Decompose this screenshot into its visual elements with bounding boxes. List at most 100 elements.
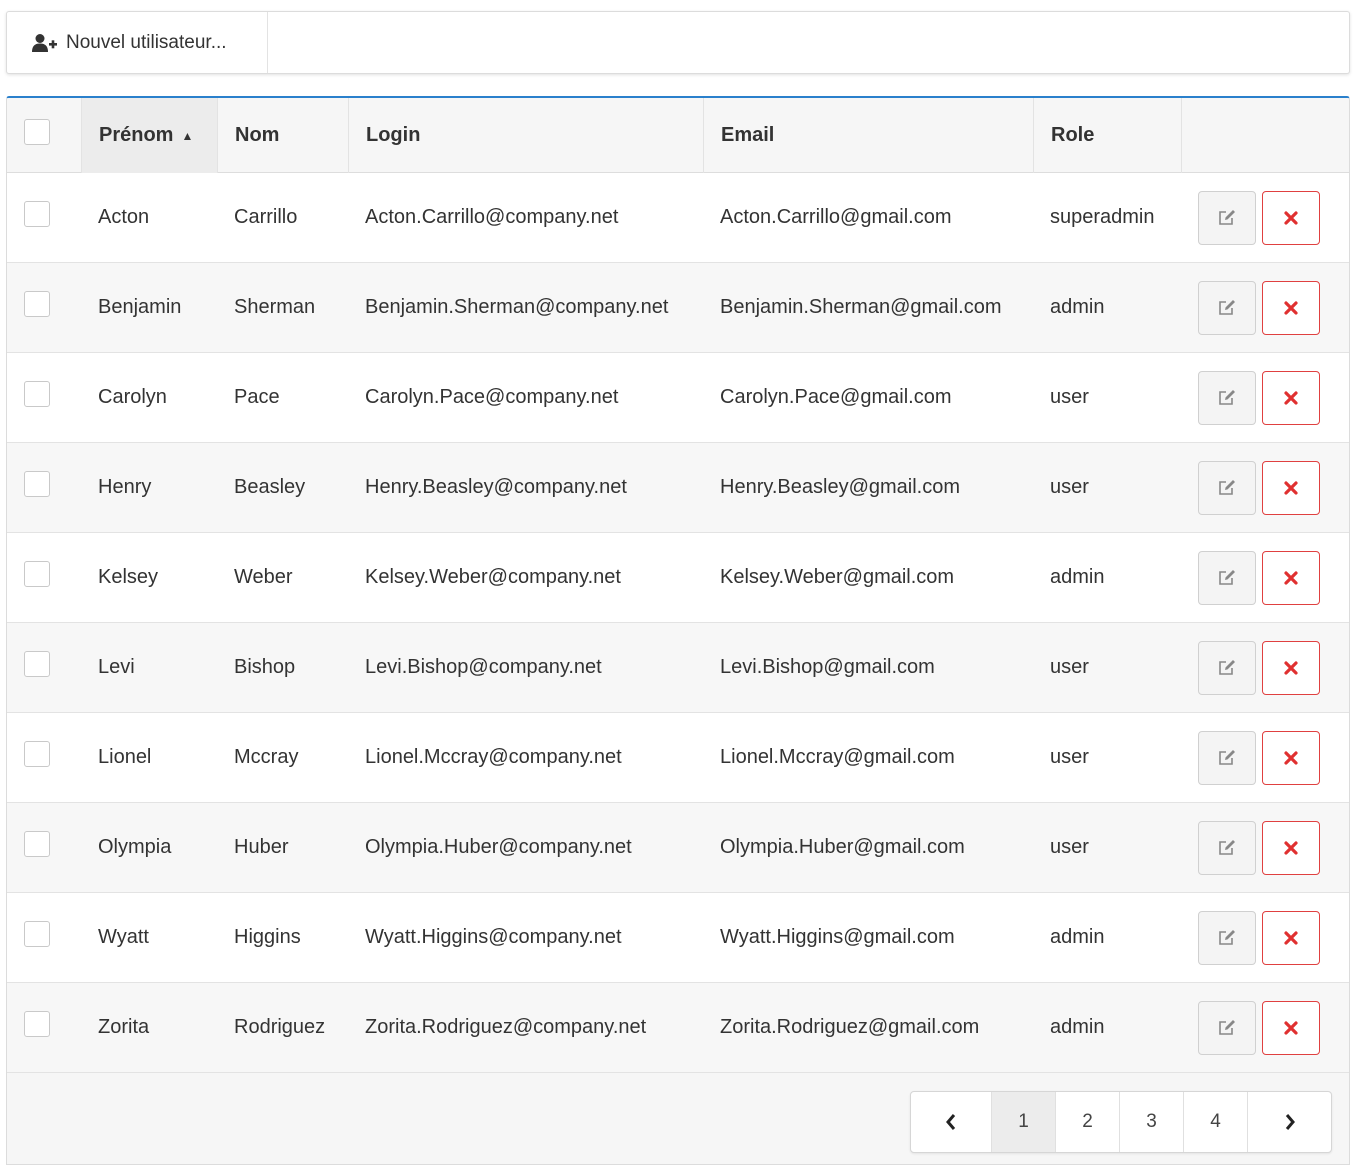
cell-role: user [1050,386,1089,408]
cell-login: Henry.Beasley@company.net [365,476,627,498]
select-all-checkbox[interactable] [24,119,50,145]
delete-button[interactable] [1262,731,1320,785]
cell-login: Kelsey.Weber@company.net [365,566,621,588]
edit-button[interactable] [1198,821,1256,875]
cell-email: Carolyn.Pace@gmail.com [720,386,952,408]
cell-last-name: Huber [234,836,289,858]
delete-button[interactable] [1262,191,1320,245]
delete-button[interactable] [1262,461,1320,515]
page-label: 2 [1082,1111,1093,1132]
cell-email: Henry.Beasley@gmail.com [720,476,961,498]
cell-first-name: Levi [98,656,135,678]
delete-icon [1284,481,1298,495]
cell-last-name: Sherman [234,296,316,318]
header-email[interactable]: Email [704,98,1034,173]
edit-icon [1219,300,1235,315]
cell-login: Benjamin.Sherman@company.net [365,296,669,318]
cell-last-name: Bishop [234,656,296,678]
cell-email: Levi.Bishop@gmail.com [720,656,935,678]
header-login[interactable]: Login [349,98,704,173]
table-row[interactable]: Wyatt Higgins Wyatt.Higgins@company.net Wya… [7,893,1349,983]
prev-page-button[interactable] [911,1092,992,1152]
cell-role: user [1050,476,1089,498]
edit-button[interactable] [1198,1001,1256,1055]
cell-first-name: Henry [98,476,152,498]
row-select-checkbox[interactable] [24,921,50,947]
page-button-3[interactable]: 3 [1120,1092,1184,1152]
page-button-1[interactable]: 1 [992,1092,1056,1152]
page-button-2[interactable]: 2 [1056,1092,1120,1152]
delete-icon [1284,391,1298,405]
chevron-left-icon [946,1114,956,1130]
edit-button[interactable] [1198,551,1256,605]
cell-first-name: Benjamin [98,296,182,318]
cell-email: Zorita.Rodriguez@gmail.com [720,1016,980,1038]
header-last-name[interactable]: Nom [218,98,349,173]
delete-icon [1284,1021,1298,1035]
cell-role: user [1050,836,1089,858]
row-select-checkbox[interactable] [24,201,50,227]
header-login-label: Login [366,124,421,146]
edit-button[interactable] [1198,641,1256,695]
cell-login: Olympia.Huber@company.net [365,836,632,858]
delete-button[interactable] [1262,821,1320,875]
edit-icon [1219,930,1235,945]
row-select-checkbox[interactable] [24,651,50,677]
row-select-checkbox[interactable] [24,1011,50,1037]
cell-last-name: Rodriguez [234,1016,326,1038]
cell-role: admin [1050,926,1105,948]
edit-icon [1219,570,1235,585]
users-grid: Prénom ▲ Nom Login Email Role Acton Carri… [6,96,1350,1165]
table-row[interactable]: Carolyn Pace Carolyn.Pace@company.net Carol… [7,353,1349,443]
edit-button[interactable] [1198,911,1256,965]
delete-button[interactable] [1262,371,1320,425]
cell-login: Wyatt.Higgins@company.net [365,926,622,948]
row-select-checkbox[interactable] [24,741,50,767]
page-label: 4 [1210,1111,1221,1132]
row-select-checkbox[interactable] [24,381,50,407]
cell-login: Carolyn.Pace@company.net [365,386,619,408]
cell-first-name: Lionel [98,746,152,768]
row-select-checkbox[interactable] [24,471,50,497]
edit-icon [1219,1020,1235,1035]
edit-button[interactable] [1198,731,1256,785]
table-row[interactable]: Acton Carrillo Acton.Carrillo@company.net A… [7,173,1349,263]
cell-first-name: Acton [98,206,150,228]
page-button-4[interactable]: 4 [1184,1092,1248,1152]
delete-button[interactable] [1262,1001,1320,1055]
edit-button[interactable] [1198,191,1256,245]
table-row[interactable]: Olympia Huber Olympia.Huber@company.net Oly… [7,803,1349,893]
table-row[interactable]: Benjamin Sherman Benjamin.Sherman@company.… [7,263,1349,353]
sort-asc-icon: ▲ [181,128,194,143]
delete-button[interactable] [1262,551,1320,605]
table-row[interactable]: Henry Beasley Henry.Beasley@company.net Hen… [7,443,1349,533]
table-row[interactable]: Kelsey Weber Kelsey.Weber@company.net Kelse… [7,533,1349,623]
cell-login: Lionel.Mccray@company.net [365,746,622,768]
table-row[interactable]: Zorita Rodriguez Zorita.Rodriguez@company.… [7,983,1349,1073]
table-row[interactable]: Lionel Mccray Lionel.Mccray@company.net Lio… [7,713,1349,803]
delete-button[interactable] [1262,641,1320,695]
new-user-button[interactable]: Nouvel utilisateur... [7,12,268,73]
delete-icon [1284,301,1298,315]
table-row[interactable]: Levi Bishop Levi.Bishop@company.net Levi.Bi… [7,623,1349,713]
edit-icon [1219,210,1235,225]
header-email-label: Email [721,124,775,146]
row-select-checkbox[interactable] [24,561,50,587]
edit-button[interactable] [1198,371,1256,425]
cell-login: Acton.Carrillo@company.net [365,206,619,228]
delete-button[interactable] [1262,911,1320,965]
next-page-button[interactable] [1248,1092,1331,1152]
delete-button[interactable] [1262,281,1320,335]
header-first-name[interactable]: Prénom ▲ [82,98,218,173]
header-select-cell [7,98,82,173]
header-role[interactable]: Role [1034,98,1182,173]
new-user-label: Nouvel utilisateur... [66,31,227,53]
row-select-checkbox[interactable] [24,291,50,317]
grid-header: Prénom ▲ Nom Login Email Role [7,98,1349,173]
edit-button[interactable] [1198,461,1256,515]
edit-icon [1219,660,1235,675]
row-select-checkbox[interactable] [24,831,50,857]
edit-button[interactable] [1198,281,1256,335]
cell-email: Lionel.Mccray@gmail.com [720,746,955,768]
edit-icon [1219,480,1235,495]
